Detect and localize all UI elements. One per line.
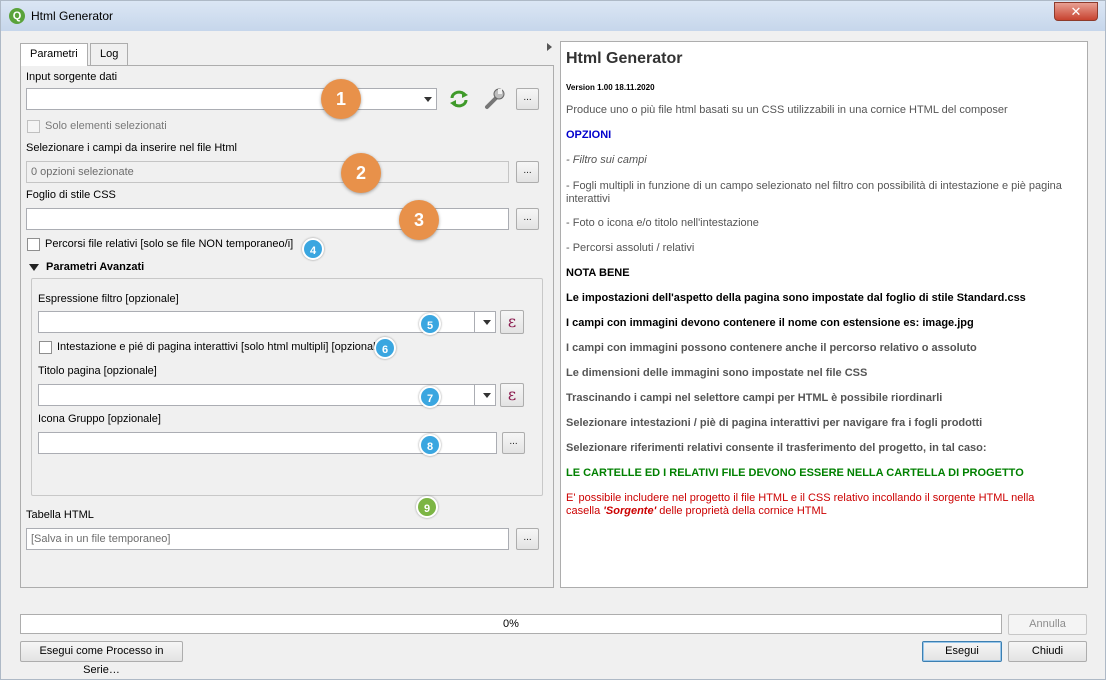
filter-dropdown-button[interactable] <box>474 312 495 332</box>
close-button[interactable]: Chiudi <box>1008 641 1087 662</box>
page-title-expression-button[interactable]: ε <box>500 383 524 407</box>
only-selected-checkbox[interactable] <box>27 120 40 133</box>
help-red-line-2-em: 'Sorgente' <box>603 505 657 517</box>
marker-badge-3: 3 <box>399 200 439 240</box>
filter-label: Espressione filtro [opzionale] <box>38 293 179 305</box>
advanced-params-group: Espressione filtro [opzionale] ε Intesta… <box>31 278 543 496</box>
tab-log[interactable]: Log <box>90 43 129 65</box>
input-source-label: Input sorgente dati <box>26 71 118 83</box>
input-source-options-button[interactable]: ... <box>516 88 539 110</box>
relative-paths-checkbox[interactable] <box>27 238 40 251</box>
group-icon-browse-button[interactable]: ... <box>502 432 525 454</box>
help-options-heading: OPZIONI <box>566 129 612 141</box>
help-option-3: - Foto o icona e/o titolo nell'intestazi… <box>566 217 759 229</box>
interactive-header-checkbox[interactable] <box>39 341 52 354</box>
css-label: Foglio di stile CSS <box>26 189 116 201</box>
refresh-icon[interactable] <box>448 89 470 109</box>
only-selected-label: Solo elementi selezionati <box>45 120 167 132</box>
marker-badge-5: 5 <box>419 313 441 335</box>
chevron-down-icon <box>483 320 491 325</box>
collapse-triangle-icon[interactable] <box>29 264 39 271</box>
help-intro: Produce uno o più file html basati su un… <box>566 104 1008 116</box>
html-table-save-button[interactable]: ... <box>516 528 539 550</box>
advanced-params-header[interactable]: Parametri Avanzati <box>46 261 144 273</box>
title-bar: Q Html Generator ✕ <box>1 1 1105 31</box>
page-title-label: Titolo pagina [opzionale] <box>38 365 157 377</box>
qgis-logo-icon: Q <box>9 8 25 24</box>
help-panel: Html Generator Version 1.00 18.11.2020 P… <box>560 41 1088 588</box>
fields-browse-button[interactable]: ... <box>516 161 539 183</box>
help-version: Version 1.00 18.11.2020 <box>566 83 655 92</box>
marker-badge-1: 1 <box>321 79 361 119</box>
page-title-dropdown-button[interactable] <box>474 385 495 405</box>
help-note-6: Selezionare intestazioni / piè di pagina… <box>566 417 983 429</box>
help-note-4: Le dimensioni delle immagini sono impost… <box>566 367 868 379</box>
html-generator-window: Q Html Generator ✕ Parametri Log Input s… <box>0 0 1106 680</box>
help-red-line-2-post: delle proprietà della cornice HTML <box>656 505 827 517</box>
help-title: Html Generator <box>566 50 683 67</box>
help-note-3: I campi con immagini possono contenere a… <box>566 342 977 354</box>
chevron-down-icon <box>424 97 432 102</box>
help-note-1: Le impostazioni dell'aspetto della pagin… <box>566 292 1026 304</box>
chevron-down-icon <box>483 393 491 398</box>
html-table-label: Tabella HTML <box>26 509 94 521</box>
group-icon-label: Icona Gruppo [opzionale] <box>38 413 161 425</box>
help-option-2: - Fogli multipli in funzione di un campo… <box>566 180 1062 205</box>
marker-badge-8: 8 <box>419 434 441 456</box>
relative-paths-label: Percorsi file relativi [solo se file NON… <box>45 238 294 250</box>
css-browse-button[interactable]: ... <box>516 208 539 230</box>
window-close-button[interactable]: ✕ <box>1054 2 1098 21</box>
help-red-line-1: E' possibile includere nel progetto il f… <box>566 492 1035 504</box>
help-green-line: LE CARTELLE ED I RELATIVI FILE DEVONO ES… <box>566 467 1024 479</box>
cancel-button[interactable]: Annulla <box>1008 614 1087 635</box>
html-table-input[interactable]: [Salva in un file temporaneo] <box>26 528 509 550</box>
marker-badge-4: 4 <box>302 238 324 260</box>
help-note-5: Trascinando i campi nel selettore campi … <box>566 392 943 404</box>
collapse-help-icon[interactable] <box>547 43 552 51</box>
help-red-line-2: casella 'Sorgente' delle proprietà della… <box>566 505 1076 518</box>
marker-badge-2: 2 <box>341 153 381 193</box>
progress-bar: 0% <box>20 614 1002 634</box>
parameters-panel: Input sorgente dati ... Solo elementi se… <box>20 65 554 588</box>
help-note-2: I campi con immagini devono contenere il… <box>566 317 974 329</box>
tab-parametri[interactable]: Parametri <box>20 43 88 66</box>
help-option-4: - Percorsi assoluti / relativi <box>566 242 695 254</box>
window-title: Html Generator <box>31 9 114 23</box>
marker-badge-7: 7 <box>419 386 441 408</box>
help-option-1: - Filtro sui campi <box>566 154 647 166</box>
batch-process-button[interactable]: Esegui come Processo in Serie… <box>20 641 183 676</box>
dialog-body: Parametri Log Input sorgente dati ... So… <box>8 31 1099 676</box>
filter-expression-button[interactable]: ε <box>500 310 524 334</box>
wrench-icon[interactable] <box>482 88 506 110</box>
fields-label: Selezionare i campi da inserire nel file… <box>26 142 237 154</box>
run-button[interactable]: Esegui <box>922 641 1002 662</box>
input-source-combo[interactable] <box>26 88 437 110</box>
marker-badge-9: 9 <box>416 496 438 518</box>
fields-selector[interactable]: 0 opzioni selezionate <box>26 161 509 183</box>
help-note-heading: NOTA BENE <box>566 267 630 279</box>
help-red-line-2-pre: casella <box>566 505 604 517</box>
help-note-7: Selezionare riferimenti relativi consent… <box>566 442 987 454</box>
interactive-header-label: Intestazione e pié di pagina interattivi… <box>57 341 385 353</box>
marker-badge-6: 6 <box>374 337 396 359</box>
